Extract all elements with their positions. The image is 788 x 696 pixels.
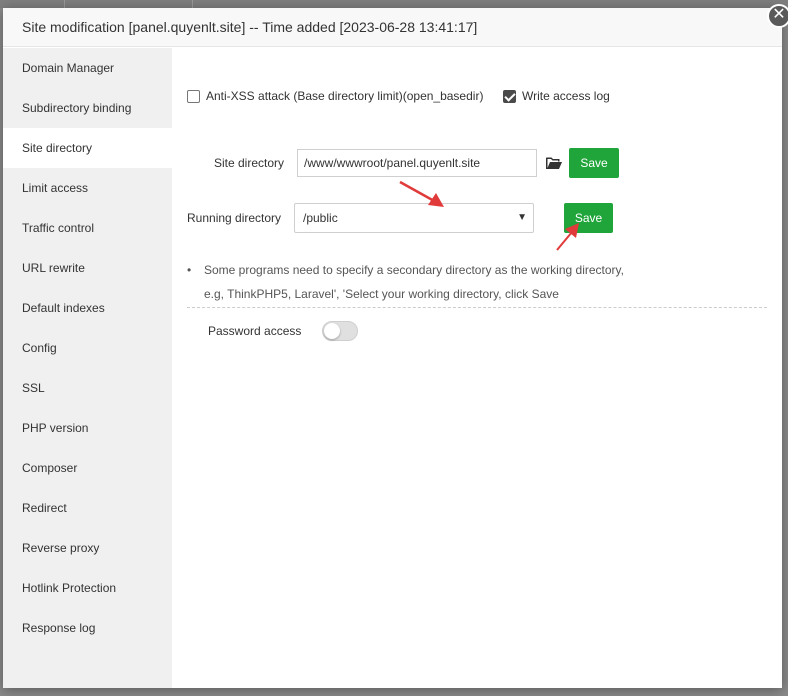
password-access-toggle[interactable] [322, 321, 358, 341]
anti-xss-checkbox[interactable] [187, 89, 200, 103]
sidebar-item-limit-access[interactable]: Limit access [3, 168, 172, 208]
anti-xss-label: Anti-XSS attack (Base directory limit)(o… [206, 89, 484, 103]
password-access-label: Password access [208, 324, 302, 338]
sidebar-item-ssl[interactable]: SSL [3, 368, 172, 408]
sidebar-item-hotlink-protection[interactable]: Hotlink Protection [3, 568, 172, 608]
background-tab [0, 0, 65, 8]
sidebar-item-php-version[interactable]: PHP version [3, 408, 172, 448]
site-directory-input[interactable]: /www/wwwroot/panel.quyenlt.site [297, 149, 537, 177]
site-directory-label: Site directory [214, 156, 285, 170]
access-log-checkbox[interactable] [503, 89, 516, 103]
toggle-knob [324, 323, 340, 339]
note-line-2: e.g, ThinkPHP5, Laravel', 'Select your w… [204, 287, 559, 301]
sidebar-item-default-indexes[interactable]: Default indexes [3, 288, 172, 328]
background-tab [64, 0, 193, 8]
chevron-down-icon: ▼ [517, 212, 527, 223]
sidebar-item-response-log[interactable]: Response log [3, 608, 172, 648]
dialog-title: Site modification [panel.quyenlt.site] -… [3, 8, 782, 47]
note-bullet: • [187, 263, 192, 277]
site-directory-panel: Anti-XSS attack (Base directory limit)(o… [172, 48, 782, 688]
folder-open-icon[interactable] [546, 156, 562, 170]
running-directory-save-button[interactable]: Save [564, 203, 613, 233]
running-directory-label: Running directory [187, 211, 282, 225]
sidebar-item-site-directory[interactable]: Site directory [3, 128, 172, 168]
background-overlay [0, 0, 788, 8]
site-directory-save-button[interactable]: Save [569, 148, 619, 178]
sidebar-item-domain-manager[interactable]: Domain Manager [3, 48, 172, 88]
anti-xss-option[interactable]: Anti-XSS attack (Base directory limit)(o… [187, 89, 483, 103]
running-directory-select[interactable]: /public ▼ [294, 203, 534, 233]
sidebar-item-subdirectory-binding[interactable]: Subdirectory binding [3, 88, 172, 128]
sidebar-item-redirect[interactable]: Redirect [3, 488, 172, 528]
divider [187, 307, 767, 308]
sidebar-item-config[interactable]: Config [3, 328, 172, 368]
note-line-1: Some programs need to specify a secondar… [204, 263, 624, 277]
sidebar-item-reverse-proxy[interactable]: Reverse proxy [3, 528, 172, 568]
access-log-option[interactable]: Write access log [503, 89, 610, 103]
sidebar-item-url-rewrite[interactable]: URL rewrite [3, 248, 172, 288]
sidebar-nav: Domain Manager Subdirectory binding Site… [3, 48, 172, 688]
site-modification-dialog: Site modification [panel.quyenlt.site] -… [3, 4, 788, 688]
close-icon[interactable]: ✕ [767, 4, 788, 28]
sidebar-item-traffic-control[interactable]: Traffic control [3, 208, 172, 248]
running-directory-value: /public [303, 211, 338, 225]
sidebar-item-composer[interactable]: Composer [3, 448, 172, 488]
access-log-label: Write access log [522, 89, 610, 103]
